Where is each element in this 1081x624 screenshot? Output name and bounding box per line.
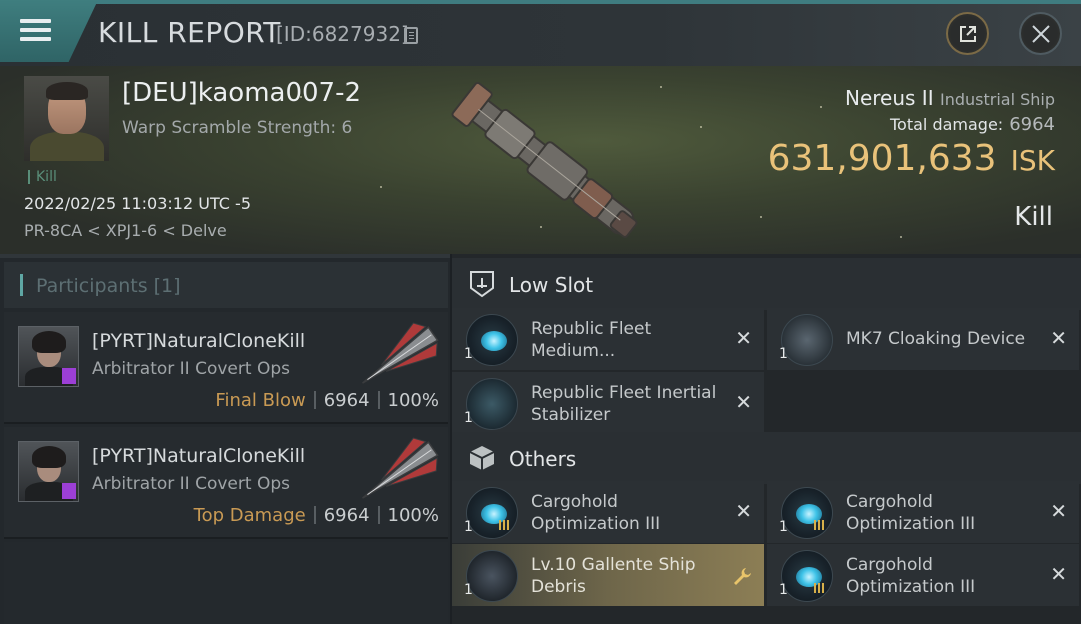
fitting-item[interactable]: 1 Republic Fleet Medium... ✕ xyxy=(452,308,764,370)
destroyed-x-icon: ✕ xyxy=(735,326,752,350)
victim-name[interactable]: [DEU]kaoma007-2 xyxy=(122,78,361,108)
participants-title: Participants [1] xyxy=(36,275,181,297)
participant-ship: Arbitrator II Covert Ops xyxy=(92,359,290,379)
participant-damage: 6964 xyxy=(323,505,370,526)
item-name: Lv.10 Gallente Ship Debris xyxy=(531,555,696,597)
corp-badge-icon xyxy=(62,368,76,384)
kill-datetime: 2022/02/25 11:03:12 UTC -5 xyxy=(24,194,252,213)
victim-ship[interactable]: Nereus II Industrial Ship xyxy=(845,86,1055,110)
copy-icon[interactable] xyxy=(404,27,418,44)
participant-row[interactable]: [PYRT]NaturalCloneKill Arbitrator II Cov… xyxy=(4,427,448,539)
fitting-item[interactable]: 1 Cargohold Optimization III ✕ xyxy=(767,544,1079,606)
close-button[interactable] xyxy=(1019,12,1062,55)
corp-badge-icon xyxy=(62,483,76,499)
close-icon xyxy=(1032,25,1050,43)
participant-ship: Arbitrator II Covert Ops xyxy=(92,474,290,494)
participant-damage: 6964 xyxy=(323,390,370,411)
participant-ship-image[interactable] xyxy=(350,318,446,396)
participant-stats: Top Damage 6964 100% xyxy=(194,505,439,526)
isk-unit: ISK xyxy=(1010,144,1055,177)
fitting-item[interactable]: 1 Lv.10 Gallente Ship Debris xyxy=(452,544,764,606)
fitting-item[interactable]: 1 Republic Fleet Inertial Stabilizer ✕ xyxy=(452,372,764,434)
item-name: Republic Fleet Inertial Stabilizer xyxy=(531,383,717,425)
ship-name: Nereus II xyxy=(845,86,934,110)
item-name: Republic Fleet Medium... xyxy=(531,319,652,361)
total-damage-label: Total damage: xyxy=(889,115,1004,134)
ship-debris-icon xyxy=(466,550,518,602)
item-quantity: 1 xyxy=(779,582,788,598)
external-link-icon xyxy=(960,26,976,42)
fitting-item[interactable]: 1 Cargohold Optimization III ✕ xyxy=(452,481,764,543)
low-slot-icon xyxy=(470,271,494,298)
item-quantity: 1 xyxy=(464,519,473,535)
victim-summary: [DEU]kaoma007-2 Warp Scramble Strength: … xyxy=(0,66,1081,254)
kill-tag: Kill xyxy=(28,170,57,184)
fitting-item[interactable]: 1 Cargohold Optimization III ✕ xyxy=(767,481,1079,543)
warp-scramble-strength: Warp Scramble Strength: 6 xyxy=(122,118,353,138)
share-button[interactable] xyxy=(946,12,989,55)
destroyed-x-icon: ✕ xyxy=(735,390,752,414)
kill-location[interactable]: PR-8CA < XPJ1-6 < Delve xyxy=(24,221,227,240)
participant-name[interactable]: [PYRT]NaturalCloneKill xyxy=(92,330,305,352)
wrench-icon[interactable] xyxy=(732,566,752,586)
isk-value: 631,901,633 ISK xyxy=(768,138,1055,179)
result-label: Kill xyxy=(1014,202,1053,232)
cloaking-device-icon xyxy=(781,314,833,366)
others-title: Others xyxy=(509,447,577,471)
item-name: Cargohold Optimization III xyxy=(846,492,976,534)
inertial-stabilizer-icon xyxy=(466,378,518,430)
page-title: KILL REPORT xyxy=(98,16,281,49)
participant-avatar[interactable] xyxy=(18,441,79,502)
participant-ship-image[interactable] xyxy=(350,433,446,511)
total-damage: Total damage: 6964 xyxy=(890,114,1055,135)
participant-stats: Final Blow 6964 100% xyxy=(215,390,439,411)
cargohold-rig-icon xyxy=(781,550,833,602)
participant-name[interactable]: [PYRT]NaturalCloneKill xyxy=(92,445,305,467)
destroyed-x-icon: ✕ xyxy=(1050,326,1067,350)
cargohold-rig-icon xyxy=(466,487,518,539)
item-quantity: 1 xyxy=(779,519,788,535)
participant-role: Final Blow xyxy=(215,390,306,411)
participants-empty-area xyxy=(4,542,448,624)
cargohold-rig-icon xyxy=(781,487,833,539)
participant-percent: 100% xyxy=(387,505,439,526)
destroyed-x-icon: ✕ xyxy=(735,499,752,523)
low-slot-header: Low Slot xyxy=(452,258,1081,310)
participant-avatar[interactable] xyxy=(18,326,79,387)
participants-header[interactable]: Participants [1] xyxy=(4,262,448,308)
item-quantity: 1 xyxy=(464,346,473,362)
title-bar: KILL REPORT [ID:6827932] xyxy=(0,0,1081,66)
fitting-panel: Low Slot 1 Republic Fleet Medium... ✕ 1 … xyxy=(452,254,1081,624)
destroyed-x-icon: ✕ xyxy=(1050,562,1067,586)
isk-amount: 631,901,633 xyxy=(767,138,997,179)
others-header: Others xyxy=(452,432,1081,484)
victim-portrait[interactable] xyxy=(24,76,109,161)
item-name: Cargohold Optimization III xyxy=(531,492,661,534)
fitting-item[interactable]: 1 MK7 Cloaking Device ✕ xyxy=(767,308,1079,370)
ship-class: Industrial Ship xyxy=(939,90,1055,109)
item-name: MK7 Cloaking Device xyxy=(846,329,1026,349)
participants-panel: Participants [1] [PYRT]NaturalCloneKill … xyxy=(0,254,450,624)
item-name: Cargohold Optimization III xyxy=(846,555,976,597)
victim-ship-image[interactable] xyxy=(440,74,660,254)
low-slot-title: Low Slot xyxy=(509,273,594,297)
participant-row[interactable]: [PYRT]NaturalCloneKill Arbitrator II Cov… xyxy=(4,312,448,424)
item-quantity: 1 xyxy=(779,346,788,362)
plate-module-icon xyxy=(466,314,518,366)
participant-role: Top Damage xyxy=(193,505,306,526)
report-id: [ID:6827932] xyxy=(276,22,409,46)
cargo-box-icon xyxy=(469,446,495,470)
menu-button[interactable] xyxy=(0,0,98,62)
item-quantity: 1 xyxy=(464,410,473,426)
participant-percent: 100% xyxy=(387,390,439,411)
item-quantity: 1 xyxy=(464,582,473,598)
total-damage-value: 6964 xyxy=(1009,114,1055,135)
destroyed-x-icon: ✕ xyxy=(1050,499,1067,523)
